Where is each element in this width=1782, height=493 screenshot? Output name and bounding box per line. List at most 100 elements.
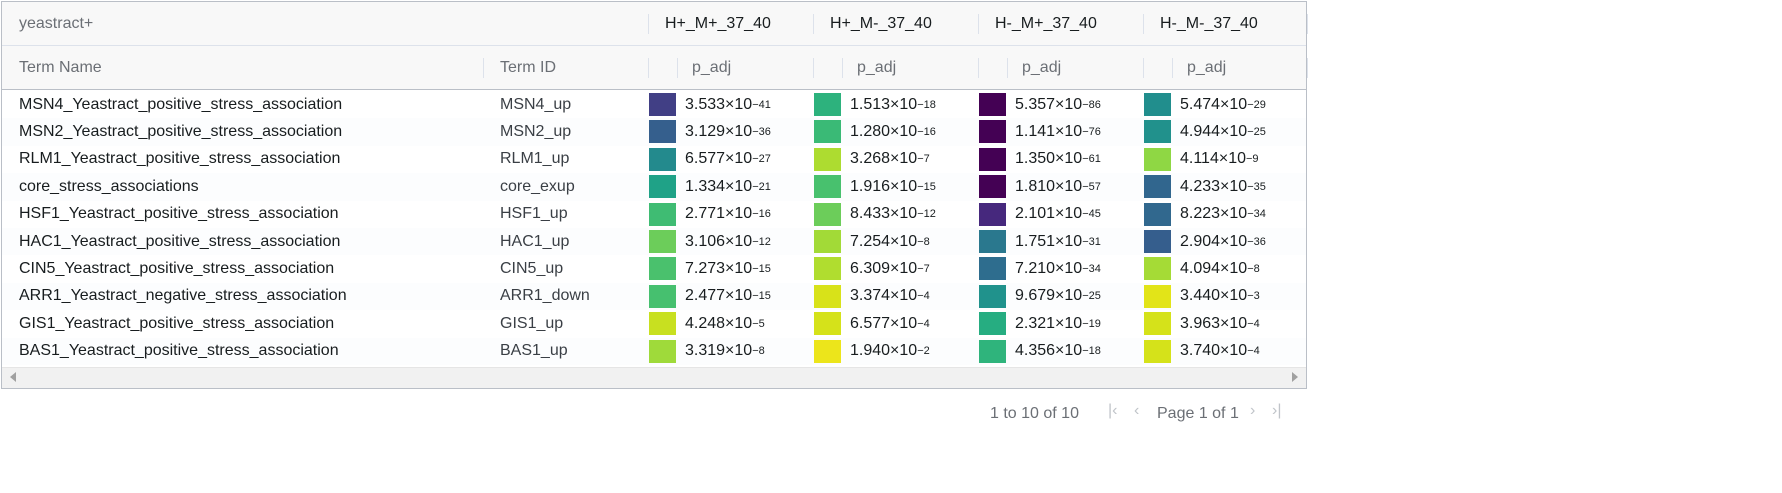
term-name-cell: MSN2_Yeastract_positive_stress_associati…	[19, 123, 343, 141]
next-page-icon[interactable]: ›	[1250, 402, 1255, 420]
p-adj-mantissa: 4.356	[1015, 342, 1056, 360]
p-adj-header-2[interactable]: p_adj	[857, 46, 896, 89]
column-separator[interactable]	[1007, 58, 1008, 78]
p-adj-cell: 1.513 ×10 −18	[850, 95, 936, 113]
group-header-4[interactable]: H-_M-_37_40	[1160, 2, 1258, 45]
table-row[interactable]: MSN2_Yeastract_positive_stress_associati…	[2, 118, 1306, 146]
source-group-header: yeastract+	[19, 14, 94, 32]
table-row[interactable]: core_stress_associations core_exup 1.334 ×1…	[2, 173, 1306, 201]
term-name-cell: BAS1_Yeastract_positive_stress_associati…	[19, 342, 339, 360]
table-row[interactable]: HSF1_Yeastract_positive_stress_associati…	[2, 201, 1306, 228]
p-adj-cell: 3.440 ×10 −3	[1180, 287, 1260, 305]
p-adj-mantissa: 1.940	[850, 342, 891, 360]
p-adj-mantissa: 7.210	[1015, 260, 1056, 278]
times-ten: ×10	[1220, 177, 1248, 195]
p-adj-cell: 4.233 ×10 −35	[1180, 177, 1266, 195]
times-ten: ×10	[1055, 205, 1083, 223]
times-ten: ×10	[1055, 95, 1083, 113]
p-adj-mantissa: 6.577	[850, 314, 891, 332]
p-adj-cell: 6.577 ×10 −4	[850, 314, 930, 332]
p-adj-mantissa: 3.374	[850, 287, 891, 305]
term-id-header[interactable]: Term ID	[500, 46, 556, 89]
previous-page-icon[interactable]: ‹	[1134, 402, 1139, 420]
column-separator[interactable]	[813, 58, 814, 78]
term-name-header[interactable]: Term Name	[19, 46, 102, 89]
table-row[interactable]: HAC1_Yeastract_positive_stress_associati…	[2, 228, 1306, 256]
p-adj-cell: 1.141 ×10 −76	[1015, 123, 1101, 141]
p-adj-mantissa: 1.513	[850, 95, 891, 113]
column-separator	[1143, 14, 1144, 34]
p-adj-cell: 8.223 ×10 −34	[1180, 205, 1266, 223]
column-separator[interactable]	[1172, 58, 1173, 78]
p-adj-cell: 1.334 ×10 −21	[685, 177, 771, 195]
p-adj-cell: 9.679 ×10 −25	[1015, 287, 1101, 305]
scroll-right-icon[interactable]	[1292, 372, 1298, 382]
times-ten: ×10	[1055, 314, 1083, 332]
heat-swatch	[979, 284, 1006, 308]
table-row[interactable]: MSN4_Yeastract_positive_stress_associati…	[2, 91, 1306, 118]
scroll-left-icon[interactable]	[10, 372, 16, 382]
p-adj-cell: 1.916 ×10 −15	[850, 177, 936, 195]
times-ten: ×10	[1220, 95, 1248, 113]
table-row[interactable]: BAS1_Yeastract_positive_stress_associati…	[2, 337, 1306, 365]
heat-swatch	[814, 93, 841, 116]
p-adj-mantissa: 3.129	[685, 123, 726, 141]
p-adj-mantissa: 1.141	[1015, 123, 1056, 141]
column-separator[interactable]	[677, 58, 678, 78]
column-separator[interactable]	[1143, 58, 1144, 78]
group-header-1[interactable]: H+_M+_37_40	[665, 2, 771, 45]
p-adj-cell: 7.273 ×10 −15	[685, 260, 771, 278]
times-ten: ×10	[1220, 205, 1248, 223]
times-ten: ×10	[890, 287, 918, 305]
last-page-icon[interactable]: ›|	[1272, 402, 1281, 420]
p-adj-mantissa: 1.810	[1015, 177, 1056, 195]
column-separator[interactable]	[978, 58, 979, 78]
column-separator[interactable]	[483, 58, 484, 78]
p-adj-header-3[interactable]: p_adj	[1022, 46, 1061, 89]
p-adj-mantissa: 5.357	[1015, 95, 1056, 113]
term-id-cell: GIS1_up	[500, 314, 564, 332]
heat-swatch	[1144, 257, 1171, 281]
times-ten: ×10	[725, 314, 753, 332]
times-ten: ×10	[890, 177, 918, 195]
p-adj-header-4[interactable]: p_adj	[1187, 46, 1226, 89]
heat-swatch	[649, 120, 676, 144]
term-name-cell: ARR1_Yeastract_negative_stress_associati…	[19, 287, 347, 305]
times-ten: ×10	[1055, 232, 1083, 250]
heat-swatch	[1144, 120, 1171, 144]
p-adj-cell: 4.248 ×10 −5	[685, 314, 765, 332]
table-row[interactable]: ARR1_Yeastract_negative_stress_associati…	[2, 282, 1306, 311]
table-row[interactable]: RLM1_Yeastract_positive_stress_associati…	[2, 146, 1306, 173]
heat-swatch	[649, 230, 676, 253]
column-separator	[1307, 14, 1308, 34]
term-name-cell: CIN5_Yeastract_positive_stress_associati…	[19, 260, 335, 278]
p-adj-mantissa: 6.309	[850, 260, 891, 278]
term-id-cell: MSN4_up	[500, 95, 572, 113]
grid-body: MSN4_Yeastract_positive_stress_associati…	[2, 91, 1306, 367]
p-adj-mantissa: 5.474	[1180, 95, 1221, 113]
p-adj-mantissa: 1.280	[850, 123, 891, 141]
p-adj-mantissa: 2.477	[685, 287, 726, 305]
heat-swatch	[979, 120, 1006, 144]
p-adj-header-1[interactable]: p_adj	[692, 46, 731, 89]
group-header-2[interactable]: H+_M-_37_40	[830, 2, 932, 45]
p-adj-cell: 1.280 ×10 −16	[850, 123, 936, 141]
group-header-3[interactable]: H-_M+_37_40	[995, 2, 1097, 45]
heat-swatch	[1144, 284, 1171, 308]
p-adj-cell: 5.357 ×10 −86	[1015, 95, 1101, 113]
p-adj-cell: 3.533 ×10 −41	[685, 95, 771, 113]
times-ten: ×10	[725, 260, 753, 278]
p-adj-cell: 1.810 ×10 −57	[1015, 177, 1101, 195]
times-ten: ×10	[890, 95, 918, 113]
column-separator[interactable]	[648, 58, 649, 78]
times-ten: ×10	[725, 287, 753, 305]
table-row[interactable]: CIN5_Yeastract_positive_stress_associati…	[2, 255, 1306, 282]
p-adj-mantissa: 3.319	[685, 342, 726, 360]
horizontal-scrollbar[interactable]	[2, 367, 1306, 388]
p-adj-mantissa: 1.334	[685, 177, 726, 195]
column-separator[interactable]	[842, 58, 843, 78]
first-page-icon[interactable]: |‹	[1108, 402, 1117, 420]
column-separator[interactable]	[1307, 58, 1308, 78]
p-adj-cell: 3.374 ×10 −4	[850, 287, 930, 305]
table-row[interactable]: GIS1_Yeastract_positive_stress_associati…	[2, 310, 1306, 337]
